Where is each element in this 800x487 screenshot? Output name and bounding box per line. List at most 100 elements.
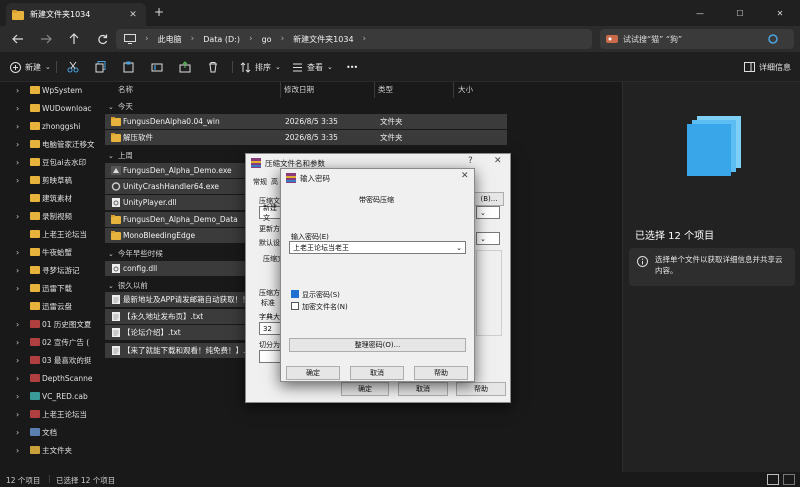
password-cancel-button[interactable]: 取消 (350, 366, 404, 380)
dropdown-input[interactable]: ⌄ (476, 206, 500, 219)
sidebar-item[interactable]: 迅雷云盘 (0, 296, 96, 316)
update-mode-select[interactable]: ⌄ (476, 232, 500, 245)
details-view-icon[interactable] (767, 474, 779, 485)
forward-arrow-icon[interactable] (38, 31, 54, 47)
sidebar-item[interactable]: › DepthScanne (0, 368, 96, 388)
chevron-right-icon[interactable]: › (16, 392, 19, 401)
dictionary-select[interactable]: 32 (259, 322, 281, 335)
sidebar-item[interactable]: › 文档 (0, 422, 96, 442)
close-button[interactable]: ✕ (760, 0, 800, 26)
rename-button[interactable] (151, 59, 163, 75)
details-pane-button[interactable]: 详细信息 (744, 59, 791, 75)
sidebar-item[interactable]: › 迅雷下载 (0, 278, 96, 298)
refresh-icon[interactable] (94, 31, 110, 47)
column-header-size[interactable]: 大小 (458, 84, 473, 98)
sidebar-item[interactable]: › 录制视频 (0, 206, 96, 226)
column-header-name[interactable]: 名称 (118, 84, 133, 98)
delete-button[interactable] (207, 59, 219, 75)
cut-button[interactable] (67, 59, 79, 75)
cancel-button[interactable]: 取消 (398, 382, 448, 396)
chevron-right-icon[interactable]: › (16, 374, 19, 383)
back-arrow-icon[interactable] (10, 31, 26, 47)
dialog-close-icon[interactable]: ✕ (494, 156, 502, 166)
address-bar[interactable]: › 此电脑 › Data (D:) › go › 新建文件夹1034 › (116, 29, 592, 49)
chevron-right-icon[interactable]: › (16, 176, 19, 185)
chevron-right-icon[interactable]: › (16, 266, 19, 275)
chevron-right-icon[interactable]: › (16, 122, 19, 131)
new-button[interactable]: 新建 ⌄ (10, 59, 51, 75)
chevron-right-icon[interactable]: › (16, 410, 19, 419)
browse-button[interactable]: (B)... (474, 192, 504, 206)
help-dialog-button[interactable]: 帮助 (456, 382, 506, 396)
tab-current[interactable]: 新建文件夹1034 ✕ (6, 3, 146, 26)
new-tab-button[interactable]: + (154, 5, 164, 19)
minimize-button[interactable]: — (680, 0, 720, 26)
password-dialog-title: 输入密码 (300, 174, 330, 183)
paste-button[interactable] (123, 59, 135, 75)
tab-advanced[interactable]: 高 (271, 177, 278, 187)
group-header[interactable]: ⌄ 上周 (108, 150, 133, 161)
password-help-button[interactable]: 帮助 (414, 366, 468, 380)
sidebar-item[interactable]: › 牛夜蛤蟹 (0, 242, 96, 262)
sidebar-item[interactable]: › 03 最喜欢的挺 (0, 350, 96, 370)
sidebar-item[interactable]: › WUDownloac (0, 98, 96, 118)
sidebar-item[interactable]: 建筑素材 (0, 188, 96, 208)
chevron-right-icon[interactable]: › (16, 212, 19, 221)
tab-general[interactable]: 常规 (253, 177, 267, 187)
sidebar-item[interactable]: › 豆包ai去水印 (0, 152, 96, 172)
show-password-checkbox[interactable] (291, 290, 299, 298)
chevron-right-icon[interactable]: › (16, 86, 19, 95)
organize-passwords-button[interactable]: 整理密码(O)... (289, 338, 466, 352)
breadcrumb-item-pc[interactable]: 此电脑 (158, 34, 182, 45)
sidebar-item[interactable]: 上老王论坛当 (0, 224, 96, 244)
chevron-right-icon[interactable]: › (16, 320, 19, 329)
sidebar-item[interactable]: › 主文件夹 (0, 440, 96, 460)
password-input[interactable]: 上老王论坛当老王 ⌄ (289, 241, 466, 254)
chevron-right-icon[interactable]: › (16, 284, 19, 293)
ok-button[interactable]: 确定 (341, 382, 389, 396)
chevron-right-icon[interactable]: › (16, 356, 19, 365)
sort-button[interactable]: 排序 ⌄ (240, 59, 281, 75)
sidebar-item[interactable]: › 上老王论坛当 (0, 404, 96, 424)
help-button[interactable]: ? (468, 156, 473, 166)
column-header-type[interactable]: 类型 (378, 84, 393, 98)
chevron-right-icon[interactable]: › (16, 140, 19, 149)
method-value[interactable]: 标准 (261, 298, 275, 308)
chevron-right-icon[interactable]: › (16, 158, 19, 167)
chevron-right-icon[interactable]: › (16, 248, 19, 257)
more-options-button[interactable]: ••• (346, 59, 358, 75)
encrypt-filenames-checkbox[interactable] (291, 302, 299, 310)
password-dialog-close-icon[interactable]: ✕ (461, 171, 469, 181)
group-header[interactable]: ⌄ 很久以前 (108, 280, 148, 291)
file-row[interactable]: FungusDenAlpha0.04_win 2026/8/5 3:35 文件夹 (105, 114, 507, 129)
sidebar-item[interactable]: › 01 历史图文夏 (0, 314, 96, 334)
paste-icon (123, 61, 134, 73)
tab-close-icon[interactable]: ✕ (126, 8, 140, 22)
tiles-view-icon[interactable] (783, 474, 795, 485)
sidebar-item[interactable]: › 剪映草稿 (0, 170, 96, 190)
chevron-right-icon[interactable]: › (16, 446, 19, 455)
breadcrumb-item-drive[interactable]: Data (D:) (203, 35, 240, 44)
breadcrumb-item-go[interactable]: go (262, 35, 272, 44)
chevron-right-icon[interactable]: › (16, 428, 19, 437)
chevron-right-icon[interactable]: › (16, 338, 19, 347)
copy-button[interactable] (95, 59, 107, 75)
group-header[interactable]: ⌄ 今天 (108, 101, 133, 112)
password-ok-button[interactable]: 确定 (286, 366, 340, 380)
share-button[interactable] (179, 59, 191, 75)
maximize-button[interactable]: ☐ (720, 0, 760, 26)
search-box[interactable]: 试试搜“猫” “狗” (600, 29, 794, 49)
chevron-right-icon[interactable]: › (16, 104, 19, 113)
sidebar-item[interactable]: › 02 宣传广告 ( (0, 332, 96, 352)
sidebar-item[interactable]: › 寻梦坛游记 (0, 260, 96, 280)
breadcrumb-item-folder[interactable]: 新建文件夹1034 (293, 34, 353, 45)
copilot-icon[interactable] (768, 34, 778, 44)
sidebar-item[interactable]: › 电脑管家迁移文 (0, 134, 96, 154)
sidebar-item[interactable]: › zhonggshi (0, 116, 96, 136)
file-row[interactable]: 解压软件 2026/8/5 3:35 文件夹 (105, 130, 507, 145)
group-header[interactable]: ⌄ 今年早些时候 (108, 248, 163, 259)
sidebar-item[interactable]: › VC_RED.cab (0, 386, 96, 406)
up-arrow-icon[interactable] (66, 31, 82, 47)
column-header-date[interactable]: 修改日期 (284, 84, 314, 98)
view-button[interactable]: 查看 ⌄ (292, 59, 333, 75)
